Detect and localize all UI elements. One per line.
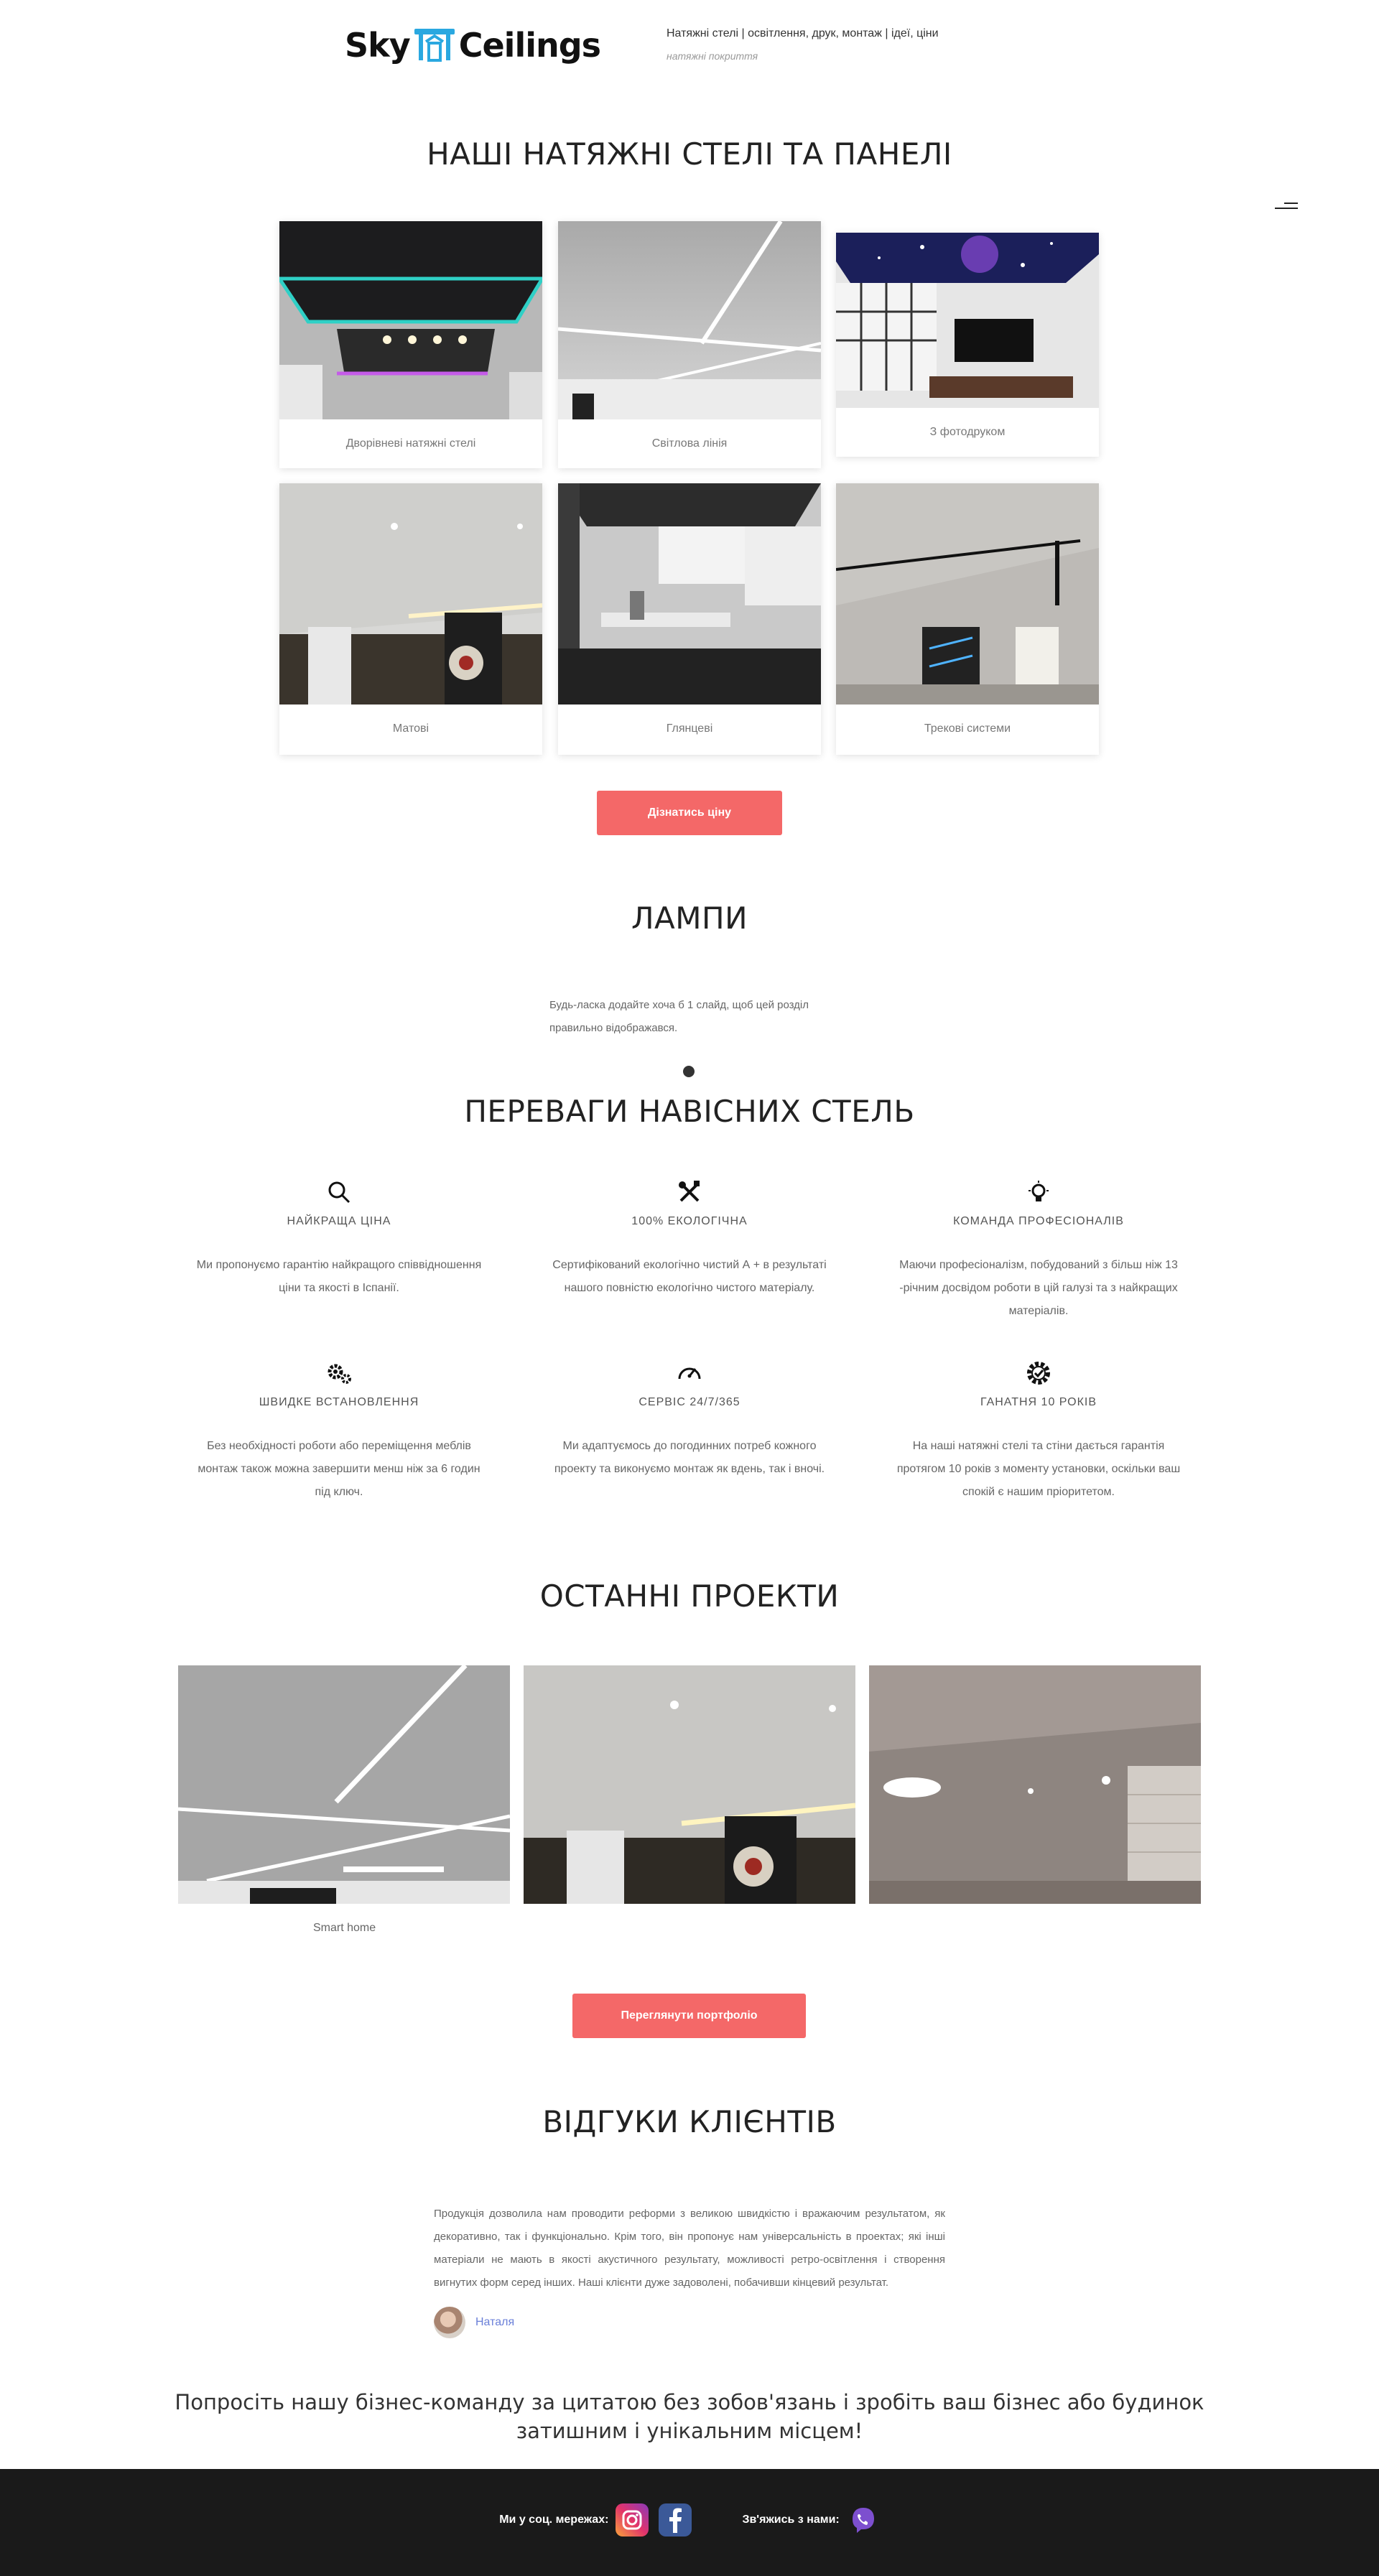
advantage-text: Ми адаптуємось до погодинних потреб кожн… (554, 1440, 825, 1475)
cta-text: Попросіть нашу бізнес-команду за цитатою… (175, 2390, 1204, 2443)
advantage-title: 100% ЕКОЛОГІЧНА (631, 1215, 748, 1227)
advantage-title: ШВИДКЕ ВСТАНОВЛЕННЯ (259, 1396, 419, 1408)
advantage-text: Без необхідності роботи або переміщення … (198, 1440, 480, 1498)
lamps-empty-note: Будь-ласка додайте хоча б 1 слайд, щоб ц… (549, 999, 809, 1034)
get-price-button[interactable]: Дізнатись ціну (597, 791, 782, 835)
view-portfolio-button[interactable]: Переглянути портфоліо (572, 1994, 806, 2038)
tagline-sub: натяжні покриття (667, 50, 758, 62)
advantage-warranty: ГАНАТНЯ 10 РОКІВ На наші натяжні стелі т… (895, 1360, 1182, 1504)
advantages-title: ПЕРЕВАГИ НАВІСНИХ СТЕЛЬ (464, 1094, 915, 1129)
tools-icon (677, 1179, 702, 1205)
advantage-eco: 100% ЕКОЛОГІЧНА Сертифікований екологічн… (546, 1179, 833, 1300)
advantage-fast-install: ШВИДКЕ ВСТАНОВЛЕННЯ Без необхідності роб… (195, 1360, 483, 1504)
product-card-two-level[interactable]: Дворівневі натяжні стелі (279, 221, 542, 468)
avatar (434, 2307, 465, 2338)
search-icon (326, 1179, 352, 1205)
advantage-service: СЕРВІС 24/7/365 Ми адаптуємось до погоди… (546, 1360, 833, 1481)
advantage-text: Маючи професіоналізм, побудований з біль… (899, 1259, 1178, 1317)
reviewer: Наталя (434, 2307, 514, 2338)
product-label: З фотодруком (929, 426, 1006, 438)
contact-label: Зв'яжись з нами: (742, 2514, 840, 2526)
product-label: Трекові системи (924, 722, 1011, 735)
project-caption: Smart home (313, 1922, 376, 1934)
tagline: Натяжні стелі | освітлення, друк, монтаж… (667, 27, 939, 62)
project-image-1[interactable] (178, 1665, 510, 1904)
product-label: Глянцеві (666, 722, 713, 735)
advantage-title: НАЙКРАЩА ЦІНА (287, 1215, 391, 1227)
advantage-text: На наші натяжні стелі та стіни дається г… (896, 1440, 1181, 1498)
product-card-track[interactable]: Трекові системи (836, 483, 1099, 755)
advantage-text: Ми пропонуємо гарантію найкращого співві… (196, 1259, 482, 1294)
lamps-title: ЛАМПИ (631, 901, 748, 936)
project-image-2[interactable] (524, 1665, 855, 1904)
product-image (558, 221, 821, 419)
reviewer-name[interactable]: Наталя (475, 2316, 514, 2329)
review-text: Продукція дозволила нам проводити реформ… (434, 2208, 945, 2289)
badge-check-icon (1026, 1360, 1051, 1386)
hamburger-menu-icon[interactable] (1275, 203, 1298, 217)
product-label: Дворівневі натяжні стелі (345, 437, 476, 450)
product-image (279, 221, 542, 419)
speedometer-icon (677, 1360, 702, 1386)
product-label: Матові (392, 722, 430, 735)
logo-ceiling-icon (413, 26, 456, 65)
lightbulb-icon (1026, 1179, 1051, 1205)
products-title: НАШІ НАТЯЖНІ СТЕЛІ ТА ПАНЕЛІ (427, 136, 952, 172)
reviews-title: ВІДГУКИ КЛІЄНТІВ (542, 2104, 837, 2139)
logo-text-ceilings: Ceilings (458, 26, 601, 65)
product-label: Світлова лінія (651, 437, 728, 450)
product-image (836, 483, 1099, 705)
product-card-glossy[interactable]: Глянцеві (558, 483, 821, 755)
advantage-text: Сертифікований екологічно чистий А + в р… (552, 1259, 827, 1294)
facebook-icon[interactable] (659, 2503, 692, 2537)
product-card-light-line[interactable]: Світлова лінія (558, 221, 821, 468)
instagram-icon[interactable] (616, 2503, 649, 2537)
gears-icon (326, 1360, 352, 1386)
site-header: Sky Ceilings Натяжні стелі | освітлення,… (0, 0, 1379, 86)
slider-dot[interactable] (683, 1066, 695, 1077)
advantage-title: СЕРВІС 24/7/365 (639, 1396, 740, 1408)
advantage-title: ГАНАТНЯ 10 РОКІВ (980, 1396, 1097, 1408)
project-image-3[interactable] (869, 1665, 1201, 1904)
product-image (279, 483, 542, 705)
product-image (836, 233, 1099, 408)
advantage-team: КОМАНДА ПРОФЕСІОНАЛІВ Маючи професіоналі… (895, 1179, 1182, 1323)
logo-text-sky: Sky (345, 26, 411, 65)
projects-title: ОСТАННІ ПРОЕКТИ (539, 1578, 840, 1614)
product-card-matte[interactable]: Матові (279, 483, 542, 755)
advantage-best-price: НАЙКРАЩА ЦІНА Ми пропонуємо гарантію най… (195, 1179, 483, 1300)
footer: Ми у соц. мережах: Зв'яжись з нами: (0, 2469, 1379, 2576)
product-card-photo-print[interactable]: З фотодруком (836, 233, 1099, 457)
viber-icon[interactable] (847, 2503, 880, 2537)
product-image (558, 483, 821, 705)
logo[interactable]: Sky Ceilings (345, 26, 601, 65)
advantage-title: КОМАНДА ПРОФЕСІОНАЛІВ (953, 1215, 1124, 1227)
tagline-main: Натяжні стелі | освітлення, друк, монтаж… (667, 27, 939, 39)
social-label: Ми у соц. мережах: (499, 2514, 609, 2526)
footer-row: Ми у соц. мережах: Зв'яжись з нами: (0, 2503, 1379, 2537)
